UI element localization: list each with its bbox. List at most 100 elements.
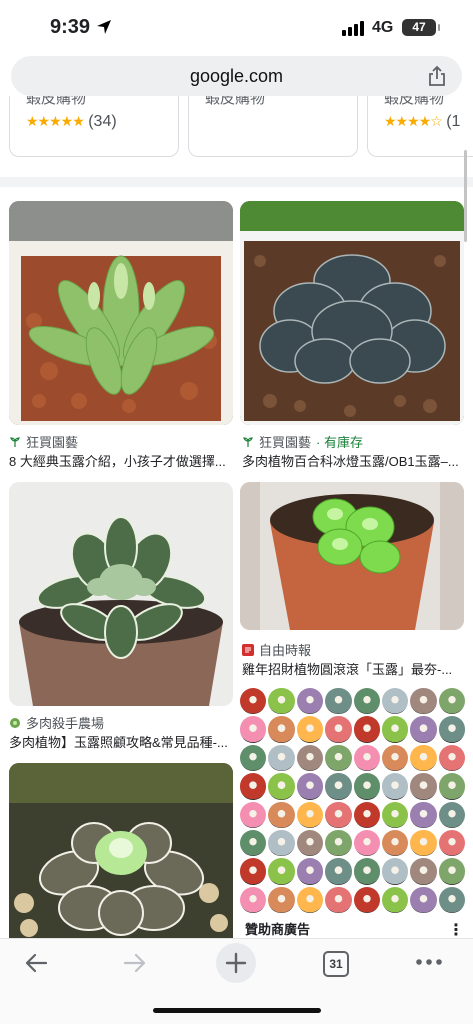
result-source[interactable]: 自由時報 — [242, 640, 311, 659]
signal-icon — [342, 20, 364, 36]
more-options-icon[interactable]: ⋮ — [448, 920, 464, 940]
succulent-swatch — [353, 688, 380, 715]
succulent-swatch — [325, 801, 352, 828]
shopping-card[interactable]: 蝦皮購物 — [188, 96, 358, 157]
succulent-swatch — [438, 801, 465, 828]
result-image[interactable] — [9, 201, 233, 425]
succulent-swatch — [268, 773, 295, 800]
succulent-swatch — [353, 886, 380, 913]
succulent-swatch — [325, 829, 352, 857]
succulent-swatch — [268, 688, 295, 715]
source-name: 自由時報 — [259, 643, 312, 658]
more-icon[interactable] — [415, 957, 443, 967]
succulent-swatch — [240, 886, 267, 913]
share-icon[interactable] — [428, 65, 446, 87]
succulent-photo — [9, 482, 233, 706]
succulent-swatch — [381, 716, 409, 743]
succulent-photo — [9, 201, 233, 425]
succulent-swatch — [438, 716, 465, 743]
site-favicon-icon — [242, 643, 254, 656]
succulent-swatch — [438, 886, 465, 913]
succulent-swatch — [410, 773, 437, 800]
succulent-swatch — [240, 829, 267, 857]
new-tab-button[interactable] — [216, 943, 256, 983]
result-source[interactable]: 狂買園藝 · 有庫存 — [242, 432, 363, 451]
review-count: (1 — [446, 113, 461, 130]
status-bar: 9:39 4G 47 — [0, 0, 473, 56]
result-source[interactable]: 狂買園藝 — [9, 432, 78, 451]
result-image[interactable] — [9, 763, 233, 938]
succulent-swatch — [240, 744, 267, 772]
succulent-swatch — [325, 886, 352, 913]
source-name: 狂買園藝 — [26, 435, 79, 450]
succulent-swatch — [381, 688, 409, 715]
scrollbar[interactable] — [464, 150, 467, 242]
source-name: 狂買園藝 — [259, 435, 312, 450]
shopping-store: 蝦皮購物 — [26, 96, 87, 107]
succulent-swatch — [353, 716, 380, 743]
site-favicon-icon — [9, 717, 21, 729]
section-divider — [0, 177, 473, 187]
succulent-swatch — [353, 829, 380, 857]
succulent-swatch — [296, 886, 324, 913]
succulent-swatch — [268, 886, 295, 913]
shopping-store: 蝦皮購物 — [384, 96, 445, 107]
result-image[interactable] — [9, 482, 233, 706]
back-icon[interactable] — [22, 949, 50, 977]
succulent-swatch — [381, 773, 409, 800]
result-title[interactable]: 多肉植物】玉露照顧攻略&常見品種-... — [9, 732, 234, 751]
succulent-swatch — [438, 688, 465, 715]
star-rating-icon: ★★★★☆ — [384, 113, 443, 129]
succulent-swatch — [296, 688, 324, 715]
shopping-carousel[interactable]: 蝦皮購物 ★★★★★ (34) 蝦皮購物 蝦皮購物 ★★★★☆ (1 — [0, 96, 473, 168]
location-arrow-icon — [97, 20, 111, 34]
shopping-card[interactable]: 蝦皮購物 ★★★★★ (34) — [9, 96, 179, 157]
new-tab-icon — [225, 952, 247, 974]
result-image[interactable] — [240, 482, 464, 630]
shopping-rating: ★★★★★ (34) — [26, 113, 117, 131]
succulent-swatch — [296, 716, 324, 743]
succulent-swatch — [381, 886, 409, 913]
succulent-swatch — [240, 858, 267, 885]
succulent-swatch — [353, 858, 380, 885]
shopping-store: 蝦皮購物 — [205, 96, 266, 107]
result-source[interactable]: 多肉殺手農場 — [9, 713, 104, 732]
succulent-swatch — [268, 801, 295, 828]
shopping-rating: ★★★★☆ (1 — [384, 113, 460, 131]
succulent-swatch — [410, 858, 437, 885]
succulent-swatch — [410, 688, 437, 715]
succulent-swatch — [268, 829, 295, 857]
succulent-swatch — [410, 886, 437, 913]
sponsored-label: 贊助商廣告 — [245, 922, 311, 937]
in-stock-badge: · 有庫存 — [316, 435, 363, 450]
network-type: 4G — [372, 19, 394, 36]
result-title[interactable]: 多肉植物百合科冰燈玉露/OB1玉露–... — [242, 451, 467, 470]
succulent-swatch — [325, 744, 352, 772]
succulent-swatch — [438, 773, 465, 800]
address-bar[interactable]: google.com — [11, 56, 462, 96]
result-title[interactable]: 雞年招財植物圓滾滾「玉露」最夯-... — [242, 659, 467, 678]
succulent-swatch — [410, 801, 437, 828]
site-favicon-icon — [242, 436, 254, 448]
succulent-swatch — [381, 829, 409, 857]
sponsored-product-image[interactable] — [240, 688, 465, 913]
succulent-swatch — [268, 744, 295, 772]
succulent-photo — [240, 201, 464, 425]
succulent-swatch — [296, 773, 324, 800]
succulent-swatch — [325, 858, 352, 885]
succulent-photo — [240, 482, 464, 630]
shopping-card[interactable]: 蝦皮購物 ★★★★☆ (1 — [367, 96, 473, 157]
succulent-swatch — [325, 688, 352, 715]
review-count: (34) — [88, 113, 117, 130]
battery-indicator: 47 — [402, 19, 440, 36]
succulent-swatch — [353, 773, 380, 800]
url-text[interactable]: google.com — [11, 66, 462, 87]
result-image[interactable] — [240, 201, 464, 425]
tabs-icon[interactable]: 31 — [323, 951, 349, 977]
succulent-swatch — [438, 858, 465, 885]
forward-icon[interactable] — [121, 949, 149, 977]
source-name: 多肉殺手農場 — [26, 716, 105, 731]
result-title[interactable]: 8 大經典玉露介紹，小孩子才做選擇... — [9, 451, 234, 470]
home-indicator — [153, 1008, 321, 1013]
succulent-swatch — [353, 744, 380, 772]
